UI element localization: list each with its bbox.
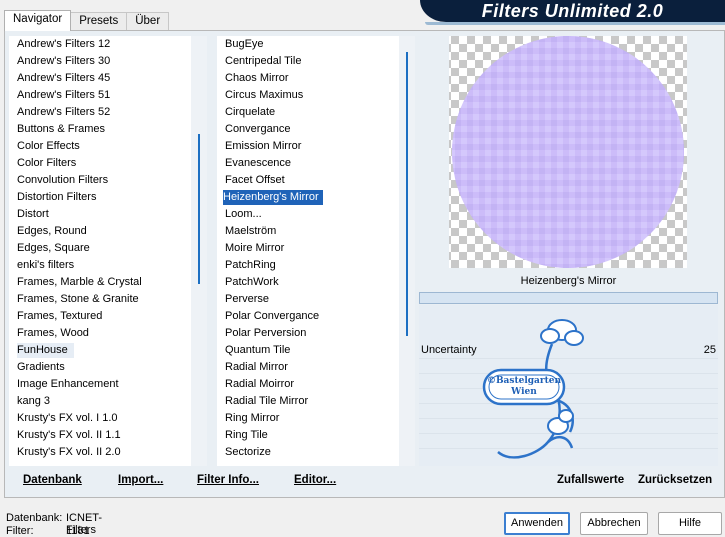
filter-list-item[interactable]: Sectorize [225, 445, 276, 460]
category-list-item[interactable]: Frames, Marble & Crystal [17, 275, 147, 290]
category-list-item[interactable]: Krusty's FX vol. II 1.1 [17, 428, 126, 443]
tab-bar: Navigator Presets Über [4, 10, 170, 31]
param-uncertainty-label: Uncertainty [421, 344, 477, 356]
banner-edge [425, 22, 725, 25]
category-list-item[interactable]: Image Enhancement [17, 377, 124, 392]
filter-name-field [419, 292, 718, 304]
preview-image [449, 36, 687, 268]
category-scroll-thumb[interactable] [198, 134, 200, 284]
filter-list-item[interactable]: BugEye [225, 37, 269, 52]
filter-info-button[interactable]: Filter Info... [197, 474, 259, 486]
category-list-item[interactable]: Distortion Filters [17, 190, 101, 205]
filter-list-item[interactable]: PatchRing [225, 258, 281, 273]
filter-list-item[interactable]: Heizenberg's Mirror [223, 190, 323, 205]
filter-list-item[interactable]: Loom... [225, 207, 267, 222]
filter-list-item[interactable]: Chaos Mirror [225, 71, 294, 86]
category-list-item[interactable]: Color Effects [17, 139, 85, 154]
category-list-item[interactable]: Convolution Filters [17, 173, 113, 188]
category-list-item[interactable]: Andrew's Filters 52 [17, 105, 115, 120]
filter-scroll-thumb[interactable] [406, 52, 408, 336]
import-button[interactable]: Import... [118, 474, 163, 486]
preview-filter-name: Heizenberg's Mirror [419, 270, 718, 292]
filter-count-info: Filter: 1181 [6, 525, 90, 537]
category-list-item[interactable]: Andrew's Filters 12 [17, 37, 115, 52]
category-list-item[interactable]: Distort [17, 207, 54, 222]
category-list-item[interactable]: Krusty's FX vol. II 2.0 [17, 445, 126, 460]
filter-list-item[interactable]: Ring Mirror [225, 411, 284, 426]
database-info: Datenbank: ICNET-Filters [6, 512, 102, 536]
param-uncertainty-value[interactable]: 25 [704, 344, 716, 356]
filter-list-item[interactable]: Cirquelate [225, 105, 280, 120]
category-list-item[interactable]: Krusty's FX vol. I 1.0 [17, 411, 123, 426]
filter-list-item[interactable]: Moire Mirror [225, 241, 289, 256]
filter-list-item[interactable]: Perverse [225, 292, 274, 307]
category-list-item[interactable]: Andrew's Filters 45 [17, 71, 115, 86]
tab-presets[interactable]: Presets [70, 12, 128, 31]
app-banner: Filters Unlimited 2.0 [420, 0, 725, 22]
tab-about[interactable]: Über [126, 12, 170, 31]
filter-list-item[interactable]: Emission Mirror [225, 139, 306, 154]
apply-button[interactable]: Anwenden [504, 512, 570, 535]
category-list-item[interactable]: Gradients [17, 360, 70, 375]
preview-pane [419, 36, 718, 268]
category-list-item[interactable]: enki's filters [17, 258, 79, 273]
category-list[interactable]: Andrew's Filters 12 Andrew's Filters 30 An… [9, 36, 191, 466]
filter-list-item[interactable]: Polar Convergance [225, 309, 324, 324]
category-list-item[interactable]: Edges, Round [17, 224, 92, 239]
reset-button[interactable]: Zurücksetzen [638, 474, 712, 486]
filter-list-item[interactable]: Centripedal Tile [225, 54, 306, 69]
filter-list-item[interactable]: Ring Tile [225, 428, 273, 443]
filter-list-item[interactable]: Maelström [225, 224, 281, 239]
category-list-item[interactable]: Color Filters [17, 156, 81, 171]
category-list-item[interactable]: Edges, Square [17, 241, 95, 256]
random-values-button[interactable]: Zufallswerte [557, 474, 624, 486]
filter-count-value: 1181 [66, 525, 90, 537]
category-list-item[interactable]: Andrew's Filters 30 [17, 54, 115, 69]
filter-list-item[interactable]: Facet Offset [225, 173, 290, 188]
database-button[interactable]: Datenbank [23, 474, 82, 486]
filter-scrollbar[interactable] [399, 36, 415, 466]
category-list-item[interactable]: FunHouse [17, 343, 74, 358]
filter-list-item[interactable]: Evanescence [225, 156, 296, 171]
filter-list[interactable]: BugEye Centripedal Tile Chaos Mirror Circus… [217, 36, 399, 466]
filter-list-item[interactable]: Radial Mirror [225, 360, 293, 375]
category-list-item[interactable]: Frames, Wood [17, 326, 94, 341]
cancel-button[interactable]: Abbrechen [580, 512, 648, 535]
category-list-item[interactable]: Frames, Stone & Granite [17, 292, 144, 307]
filter-list-item[interactable]: Circus Maximus [225, 88, 308, 103]
filter-list-item[interactable]: PatchWork [225, 275, 284, 290]
category-list-item[interactable]: Andrew's Filters 51 [17, 88, 115, 103]
help-button[interactable]: Hilfe [658, 512, 722, 535]
category-list-item[interactable]: Frames, Textured [17, 309, 107, 324]
watermark-text: ©Bastelgarten Wien [486, 376, 562, 397]
filter-list-item[interactable]: Quantum Tile [225, 343, 295, 358]
filter-count-label: Filter: [6, 525, 34, 537]
filter-list-item[interactable]: Radial Tile Mirror [225, 394, 313, 409]
tab-navigator[interactable]: Navigator [4, 10, 72, 31]
filter-list-item[interactable]: Radial Moirror [225, 377, 299, 392]
filter-list-item[interactable]: Polar Perversion [225, 326, 311, 341]
category-list-item[interactable]: Buttons & Frames [17, 122, 110, 137]
category-scrollbar[interactable] [191, 36, 207, 466]
filter-list-item[interactable]: Convergance [225, 122, 295, 137]
database-label: Datenbank: [6, 512, 63, 524]
editor-button[interactable]: Editor... [294, 474, 336, 486]
category-list-item[interactable]: kang 3 [17, 394, 55, 409]
